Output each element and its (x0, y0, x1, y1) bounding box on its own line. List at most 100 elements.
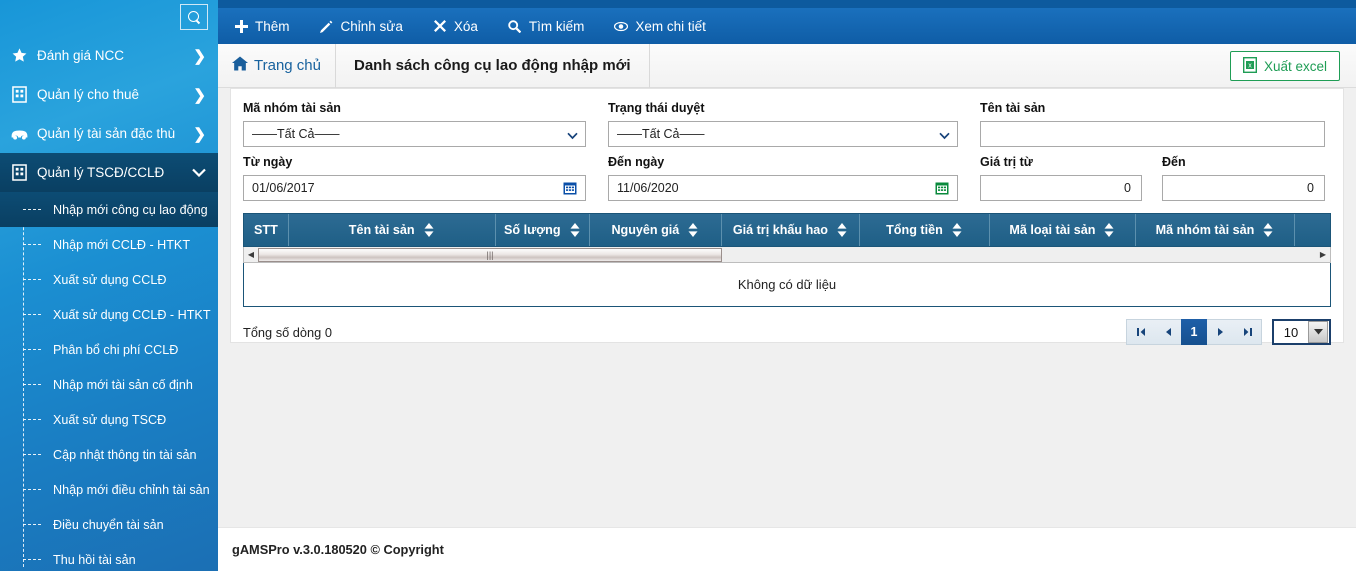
sidebar-item-quan-ly-cho-thue[interactable]: Quản lý cho thuê ❯ (0, 75, 218, 114)
filter-col-2: Trạng thái duyệt ——Tất Cả—— Đến ngày 11/… (608, 101, 980, 201)
grid-header-row: STT Tên tài sản Số lượng Nguyên giá Giá … (243, 213, 1331, 247)
tree-branch-icon (23, 489, 41, 490)
ma-nhom-tai-san-select[interactable]: ——Tất Cả—— (243, 121, 586, 147)
eye-icon (614, 21, 629, 32)
search-button-label: Tìm kiếm (528, 18, 585, 34)
close-x-icon (433, 20, 447, 32)
sidebar-subitem-label: Xuất sử dụng TSCĐ (53, 412, 167, 427)
grid-col-so-luong[interactable]: Số lượng (496, 214, 591, 246)
page-size-value: 10 (1283, 324, 1299, 340)
tu-ngay-label: Từ ngày (243, 155, 293, 169)
chevron-left-icon[interactable]: ◀ (244, 248, 258, 262)
building-icon (8, 86, 30, 103)
filter-col-1: Mã nhóm tài sản ——Tất Cả—— Từ ngày 01/06… (243, 101, 608, 201)
sidebar-subitem-dieu-chuyen-tai-san[interactable]: Điều chuyển tài sản (0, 507, 218, 542)
grid-col-ten-tai-san[interactable]: Tên tài sản (289, 214, 496, 246)
tree-branch-icon (23, 384, 41, 385)
data-grid: STT Tên tài sản Số lượng Nguyên giá Giá … (243, 213, 1331, 347)
ten-tai-san-input[interactable] (980, 121, 1325, 147)
tree-branch-icon (23, 559, 41, 560)
sidebar-subitem-label: Xuất sử dụng CCLĐ (53, 272, 167, 287)
tree-branch-icon (23, 209, 41, 210)
add-button[interactable]: Thêm (234, 19, 290, 34)
sidebar-subitem-nhap-moi-ccld-htkt[interactable]: Nhập mới CCLĐ - HTKT (0, 227, 218, 262)
calendar-icon[interactable] (935, 181, 949, 198)
den-ngay-input[interactable]: 11/06/2020 (608, 175, 958, 201)
calendar-icon[interactable] (563, 181, 577, 198)
chevron-down-icon[interactable] (1308, 321, 1328, 343)
page-next-button[interactable] (1207, 320, 1234, 344)
grid-col-nguyen-gia[interactable]: Nguyên giá (590, 214, 722, 246)
gia-tri-tu-input[interactable]: 0 (980, 175, 1142, 201)
den-input[interactable]: 0 (1162, 175, 1325, 201)
sidebar-subitem-label: Xuất sử dụng CCLĐ - HTKT (53, 307, 211, 322)
view-detail-button[interactable]: Xem chi tiết (614, 19, 706, 34)
grid-col-ma-nhom-tai-san[interactable]: Mã nhóm tài sản (1136, 214, 1295, 246)
page-prev-button[interactable] (1154, 320, 1181, 344)
trang-thai-duyet-select[interactable]: ——Tất Cả—— (608, 121, 958, 147)
grid-col-label: Số lượng (504, 223, 561, 237)
sidebar-subitem-nhap-moi-dieu-chinh-tai-san[interactable]: Nhập mới điều chỉnh tài sản (0, 472, 218, 507)
sidebar-subitem-xuat-su-dung-ccld[interactable]: Xuất sử dụng CCLĐ (0, 262, 218, 297)
gia-tri-tu-value: 0 (1124, 181, 1131, 195)
sidebar-subitem-nhap-moi-tai-san-co-dinh[interactable]: Nhập mới tài sản cố định (0, 367, 218, 402)
breadcrumb: Trang chủ Danh sách công cụ lao động nhậ… (218, 43, 1356, 88)
add-button-label: Thêm (255, 18, 290, 34)
page-1-button[interactable]: 1 (1181, 319, 1207, 345)
grid-col-ma-loai-tai-san[interactable]: Mã loại tài sản (990, 214, 1137, 246)
sidebar-subitem-xuat-su-dung-tscd[interactable]: Xuất sử dụng TSCĐ (0, 402, 218, 437)
sidebar-item-danh-gia-ncc[interactable]: Đánh giá NCC ❯ (0, 36, 218, 75)
delete-button[interactable]: Xóa (433, 19, 478, 34)
sidebar-item-label: Đánh giá NCC (37, 48, 125, 63)
search-button[interactable] (180, 4, 208, 30)
grid-footer: Tổng số dòng 0 1 10 (243, 317, 1331, 347)
page-size-select[interactable]: 10 (1272, 319, 1331, 345)
sidebar-subitem-cap-nhat-thong-tin-tai-san[interactable]: Cập nhật thông tin tài sản (0, 437, 218, 472)
chevron-down-icon (192, 164, 206, 181)
export-excel-button[interactable]: x Xuất excel (1229, 51, 1340, 81)
content-panel: Mã nhóm tài sản ——Tất Cả—— Từ ngày 01/06… (230, 88, 1344, 345)
sidebar-item-label: Quản lý tài sản đặc thù (37, 126, 176, 141)
sidebar-subitem-label: Nhập mới công cụ lao động (53, 202, 208, 217)
sort-icon (569, 222, 581, 238)
grid-col-label: Tổng tiền (886, 223, 943, 237)
sidebar-subitem-thu-hoi-tai-san[interactable]: Thu hồi tài sản (0, 542, 218, 571)
sidebar-subitem-label: Phân bổ chi phí CCLĐ (53, 342, 179, 357)
sidebar-subitem-phan-bo-chi-phi-ccld[interactable]: Phân bổ chi phí CCLĐ (0, 332, 218, 367)
edit-button[interactable]: Chỉnh sửa (320, 19, 403, 34)
grid-horizontal-scrollbar[interactable]: ◀ ||| ▶ (243, 247, 1331, 263)
grid-col-label: STT (254, 223, 278, 237)
chevron-down-icon (567, 129, 578, 140)
grid-col-label: Mã nhóm tài sản (1155, 223, 1255, 237)
filter-col-3: Tên tài sản Giá trị từ 0 Đến 0 (980, 101, 1331, 201)
sidebar-subitem-nhap-moi-cong-cu-lao-dong[interactable]: Nhập mới công cụ lao động (0, 192, 218, 227)
sort-icon (951, 222, 963, 238)
grid-col-label: Nguyên giá (611, 223, 680, 237)
ma-nhom-tai-san-value: ——Tất Cả—— (252, 127, 340, 141)
grid-col-tong-tien[interactable]: Tổng tiền (860, 214, 990, 246)
scrollbar-track[interactable]: ||| (258, 247, 1316, 262)
sidebar-item-quan-ly-tscd-ccld[interactable]: Quản lý TSCĐ/CCLĐ (0, 153, 218, 192)
page-last-button[interactable] (1234, 320, 1261, 344)
tu-ngay-input[interactable]: 01/06/2017 (243, 175, 586, 201)
grid-col-gia-tri-khau-hao[interactable]: Giá trị khấu hao (722, 214, 861, 246)
sidebar: Đánh giá NCC ❯ Quản lý cho thuê ❯ Quản l… (0, 0, 218, 571)
page-first-button[interactable] (1127, 320, 1154, 344)
breadcrumb-home-link[interactable]: Trang chủ (218, 43, 336, 88)
sidebar-subitem-label: Nhập mới điều chỉnh tài sản (53, 482, 210, 497)
page-title: Danh sách công cụ lao động nhập mới (336, 43, 650, 88)
chevron-right-icon: ❯ (193, 125, 206, 143)
sidebar-item-label: Quản lý cho thuê (37, 87, 140, 102)
sidebar-subitem-label: Cập nhật thông tin tài sản (53, 447, 197, 462)
tree-branch-icon (23, 454, 41, 455)
sidebar-subitem-xuat-su-dung-ccld-htkt[interactable]: Xuất sử dụng CCLĐ - HTKT (0, 297, 218, 332)
grid-empty-message: Không có dữ liệu (243, 263, 1331, 307)
grid-col-stt[interactable]: STT (244, 214, 289, 246)
filter-form: Mã nhóm tài sản ——Tất Cả—— Từ ngày 01/06… (243, 101, 1331, 201)
chevron-right-icon[interactable]: ▶ (1316, 248, 1330, 262)
excel-file-icon: x (1242, 56, 1257, 76)
search-button[interactable]: Tìm kiếm (508, 18, 585, 34)
sidebar-item-quan-ly-tai-san-dac-thu[interactable]: Quản lý tài sản đặc thù ❯ (0, 114, 218, 153)
sort-icon (687, 222, 699, 238)
scrollbar-thumb[interactable]: ||| (258, 247, 722, 262)
